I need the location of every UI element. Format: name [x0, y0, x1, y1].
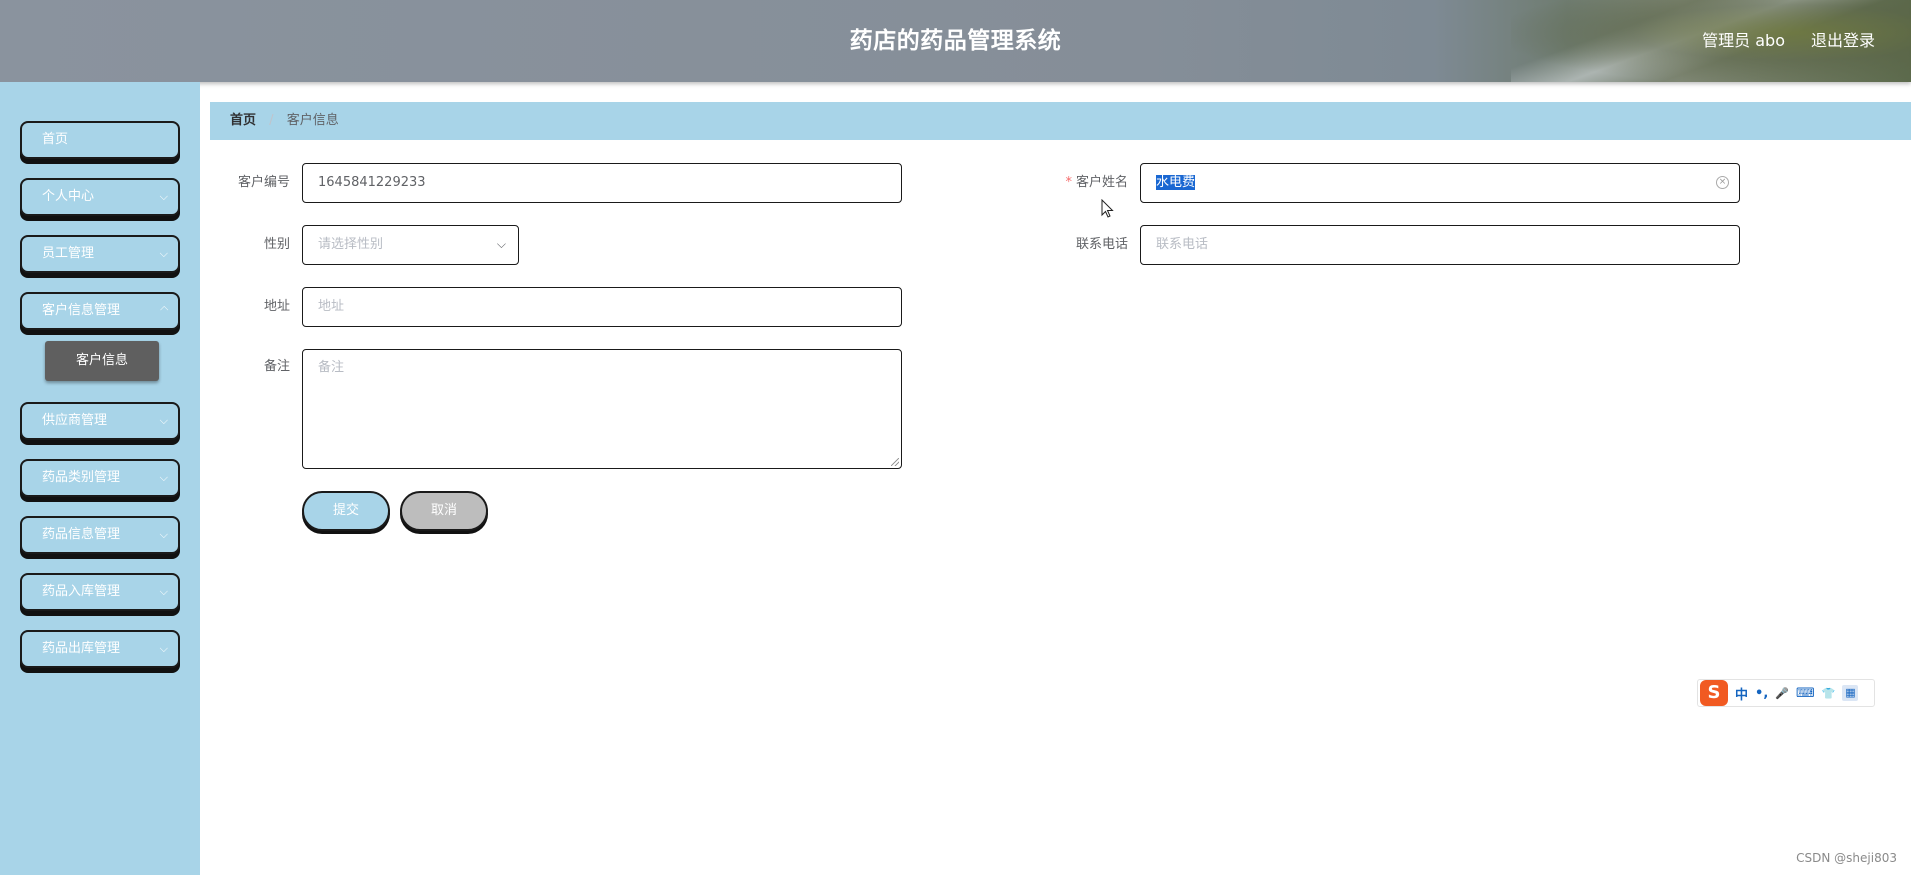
address-placeholder: 地址	[318, 299, 345, 314]
customer-id-label: 客户编号	[237, 175, 290, 190]
sidebar-item-label: 供应商管理	[42, 413, 108, 428]
microphone-icon[interactable]: 🎤	[1775, 687, 1789, 700]
sidebar-item-home[interactable]: 首页	[20, 121, 180, 159]
sidebar-item-drug-outbound[interactable]: 药品出库管理 ⌵	[20, 630, 180, 668]
keyboard-icon[interactable]: ⌨	[1796, 686, 1815, 701]
watermark: CSDN @sheji803	[1796, 851, 1897, 865]
sidebar-item-label: 客户信息管理	[42, 303, 121, 318]
address-label: 地址	[263, 299, 290, 314]
customer-name-input[interactable]: 水电费 ×	[1140, 163, 1740, 203]
address-input[interactable]: 地址	[302, 287, 902, 327]
breadcrumb: 首页 / 客户信息	[210, 102, 1911, 140]
skin-icon[interactable]: 👕	[1822, 687, 1836, 700]
sidebar-item-drug-inbound[interactable]: 药品入库管理 ⌵	[20, 573, 180, 611]
sidebar: 首页 个人中心 ⌵ 员工管理 ⌵ 客户信息管理 ⌵ 客户信息 供应商管理 ⌵ 药…	[0, 82, 200, 875]
chevron-down-icon: ⌵	[159, 471, 168, 484]
sidebar-item-label: 员工管理	[42, 246, 95, 261]
resize-handle-icon[interactable]	[891, 458, 899, 466]
customer-id-input[interactable]: 1645841229233	[302, 163, 902, 203]
clear-icon[interactable]: ×	[1716, 176, 1729, 189]
gender-label: 性别	[263, 237, 290, 252]
punctuation-icon[interactable]: •,	[1755, 686, 1768, 701]
customer-name-value: 水电费	[1156, 175, 1196, 190]
chevron-down-icon: ⌵	[159, 528, 168, 541]
submit-button[interactable]: 提交	[302, 491, 390, 531]
current-user: 管理员 abo	[1702, 31, 1785, 50]
gender-select[interactable]: 请选择性别 ⌵	[302, 225, 519, 265]
sidebar-item-label: 首页	[42, 132, 69, 147]
chevron-down-icon: ⌵	[159, 190, 168, 203]
remark-textarea[interactable]: 备注	[302, 349, 902, 469]
customer-id-value: 1645841229233	[318, 175, 426, 190]
sidebar-item-supplier[interactable]: 供应商管理 ⌵	[20, 402, 180, 440]
submenu-item-customer-info[interactable]: 客户信息	[45, 341, 159, 381]
mouse-cursor-icon	[1101, 199, 1114, 218]
apps-grid-icon[interactable]: ▦	[1842, 685, 1859, 701]
logout-link[interactable]: 退出登录	[1811, 0, 1875, 82]
breadcrumb-separator: /	[269, 113, 274, 128]
gender-placeholder: 请选择性别	[318, 237, 384, 252]
chevron-down-icon: ⌵	[496, 237, 506, 251]
phone-label: 联系电话	[1075, 237, 1128, 252]
breadcrumb-home[interactable]: 首页	[230, 113, 256, 128]
sidebar-item-customer[interactable]: 客户信息管理 ⌵	[20, 292, 180, 330]
sogou-logo-icon[interactable]: S	[1700, 680, 1728, 706]
chevron-down-icon: ⌵	[159, 642, 168, 655]
customer-name-label: * 客户姓名	[1048, 163, 1128, 203]
phone-placeholder: 联系电话	[1156, 237, 1209, 252]
sidebar-item-label: 个人中心	[42, 189, 95, 204]
cancel-button[interactable]: 取消	[400, 491, 488, 531]
phone-input[interactable]: 联系电话	[1140, 225, 1740, 265]
chevron-down-icon: ⌵	[159, 247, 168, 260]
remark-placeholder: 备注	[318, 360, 345, 375]
customer-name-label-text: 客户姓名	[1075, 175, 1128, 190]
sidebar-item-drug-category[interactable]: 药品类别管理 ⌵	[20, 459, 180, 497]
remark-label: 备注	[263, 359, 290, 374]
sidebar-item-label: 药品出库管理	[42, 641, 121, 656]
sidebar-item-label: 药品入库管理	[42, 584, 121, 599]
sidebar-item-personal-center[interactable]: 个人中心 ⌵	[20, 178, 180, 216]
top-header: 药店的药品管理系统 管理员 abo 退出登录	[0, 0, 1911, 82]
sidebar-item-label: 药品信息管理	[42, 527, 121, 542]
chevron-down-icon: ⌵	[159, 585, 168, 598]
sidebar-item-label: 药品类别管理	[42, 470, 121, 485]
required-mark: *	[1065, 175, 1072, 190]
chevron-up-icon: ⌵	[159, 303, 168, 316]
chinese-mode-icon[interactable]: 中	[1735, 684, 1748, 703]
chevron-down-icon: ⌵	[159, 414, 168, 427]
ime-toolbar[interactable]: S 中 •, 🎤 ⌨ 👕 ▦	[1697, 679, 1875, 707]
sidebar-item-staff[interactable]: 员工管理 ⌵	[20, 235, 180, 273]
sidebar-item-drug-info[interactable]: 药品信息管理 ⌵	[20, 516, 180, 554]
app-title: 药店的药品管理系统	[849, 28, 1062, 54]
breadcrumb-current: 客户信息	[286, 113, 339, 128]
